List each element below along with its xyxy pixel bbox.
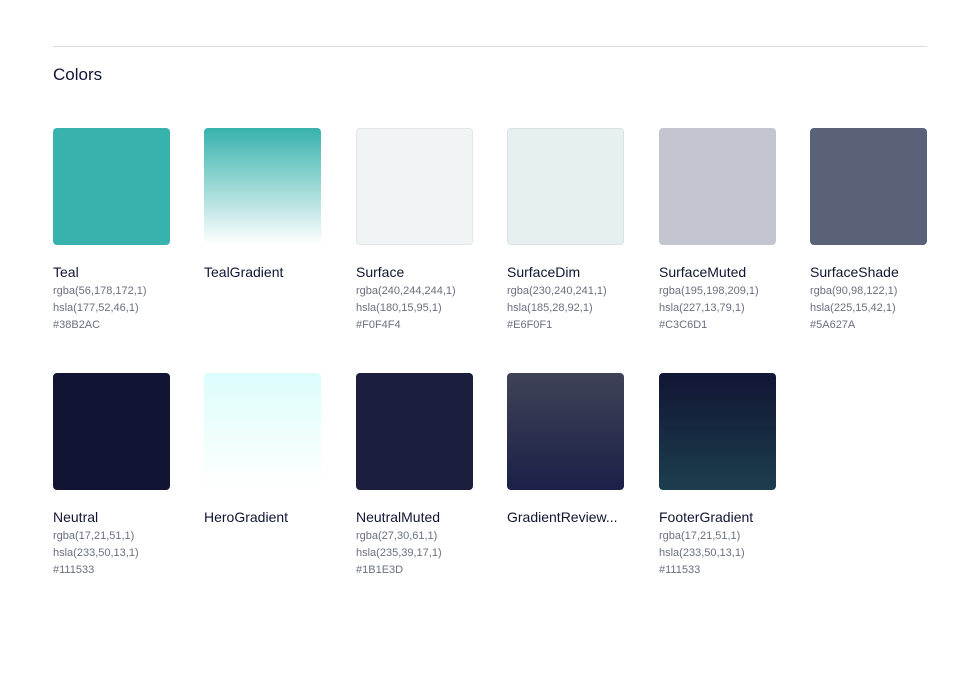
swatch-hex: #5A627A: [810, 319, 856, 331]
swatch-rgba: rgba(17,21,51,1): [659, 530, 741, 542]
color-swatch[interactable]: [53, 373, 170, 490]
swatch-hsla: hsla(233,50,13,1): [53, 547, 139, 559]
swatch-name: HeroGradient: [204, 509, 289, 525]
swatch-rgba: rgba(90,98,122,1): [810, 285, 898, 297]
top-divider: [53, 46, 927, 47]
swatch-card-surface-shade[interactable]: SurfaceShade rgba(90,98,122,1) hsla(225,…: [810, 128, 927, 334]
swatch-hsla: hsla(227,13,79,1): [659, 302, 745, 314]
swatch-hex: #F0F4F4: [356, 319, 401, 331]
swatch-rgba: rgba(195,198,209,1): [659, 285, 759, 297]
color-swatch[interactable]: [356, 128, 473, 245]
swatch-hex: #1B1E3D: [356, 564, 404, 576]
swatch-name: SurfaceShade: [810, 264, 899, 280]
section-title: Colors: [53, 65, 103, 84]
color-swatch[interactable]: [507, 373, 624, 490]
color-swatch[interactable]: [810, 128, 927, 245]
swatch-hsla: hsla(180,15,95,1): [356, 302, 442, 314]
swatch-hsla: hsla(185,28,92,1): [507, 302, 593, 314]
color-swatch[interactable]: [204, 128, 321, 245]
swatch-card-teal[interactable]: Teal rgba(56,178,172,1) hsla(177,52,46,1…: [53, 128, 170, 334]
color-swatch[interactable]: [659, 128, 776, 245]
swatch-hex: #38B2AC: [53, 319, 101, 331]
swatch-hex: #111533: [659, 564, 701, 576]
swatch-card-teal-gradient[interactable]: TealGradient: [204, 128, 321, 281]
swatch-name: FooterGradient: [659, 509, 754, 525]
swatch-rgba: rgba(56,178,172,1): [53, 285, 147, 297]
swatch-name: SurfaceDim: [507, 264, 581, 280]
swatch-name: Neutral: [53, 509, 99, 525]
swatch-hsla: hsla(225,15,42,1): [810, 302, 896, 314]
swatch-name: NeutralMuted: [356, 509, 441, 525]
swatch-card-surface-dim[interactable]: SurfaceDim rgba(230,240,241,1) hsla(185,…: [507, 128, 624, 334]
swatch-hex: #C3C6D1: [659, 319, 708, 331]
swatch-rgba: rgba(27,30,61,1): [356, 530, 438, 542]
swatch-card-surface-muted[interactable]: SurfaceMuted rgba(195,198,209,1) hsla(22…: [659, 128, 776, 334]
swatch-hsla: hsla(233,50,13,1): [659, 547, 745, 559]
swatch-name: SurfaceMuted: [659, 264, 747, 280]
swatch-name: GradientReview...: [507, 509, 618, 525]
swatch-rgba: rgba(17,21,51,1): [53, 530, 135, 542]
swatch-card-surface[interactable]: Surface rgba(240,244,244,1) hsla(180,15,…: [356, 128, 473, 334]
swatch-name: Surface: [356, 264, 405, 280]
swatch-name: TealGradient: [204, 264, 284, 280]
color-swatch[interactable]: [507, 128, 624, 245]
swatch-rgba: rgba(240,244,244,1): [356, 285, 456, 297]
swatch-hsla: hsla(177,52,46,1): [53, 302, 139, 314]
swatch-rgba: rgba(230,240,241,1): [507, 285, 607, 297]
swatch-name: Teal: [53, 264, 79, 280]
swatch-hsla: hsla(235,39,17,1): [356, 547, 442, 559]
swatch-card-footer-gradient[interactable]: FooterGradient rgba(17,21,51,1) hsla(233…: [659, 373, 776, 579]
color-swatch[interactable]: [659, 373, 776, 490]
color-swatch[interactable]: [53, 128, 170, 245]
swatch-card-gradient-review[interactable]: GradientReview...: [507, 373, 624, 526]
swatch-card-neutral-muted[interactable]: NeutralMuted rgba(27,30,61,1) hsla(235,3…: [356, 373, 473, 579]
color-swatch[interactable]: [204, 373, 321, 490]
color-swatch[interactable]: [356, 373, 473, 490]
swatch-hex: #E6F0F1: [507, 319, 553, 331]
swatch-hex: #111533: [53, 564, 95, 576]
swatch-card-neutral[interactable]: Neutral rgba(17,21,51,1) hsla(233,50,13,…: [53, 373, 170, 579]
swatch-card-hero-gradient[interactable]: HeroGradient: [204, 373, 321, 526]
